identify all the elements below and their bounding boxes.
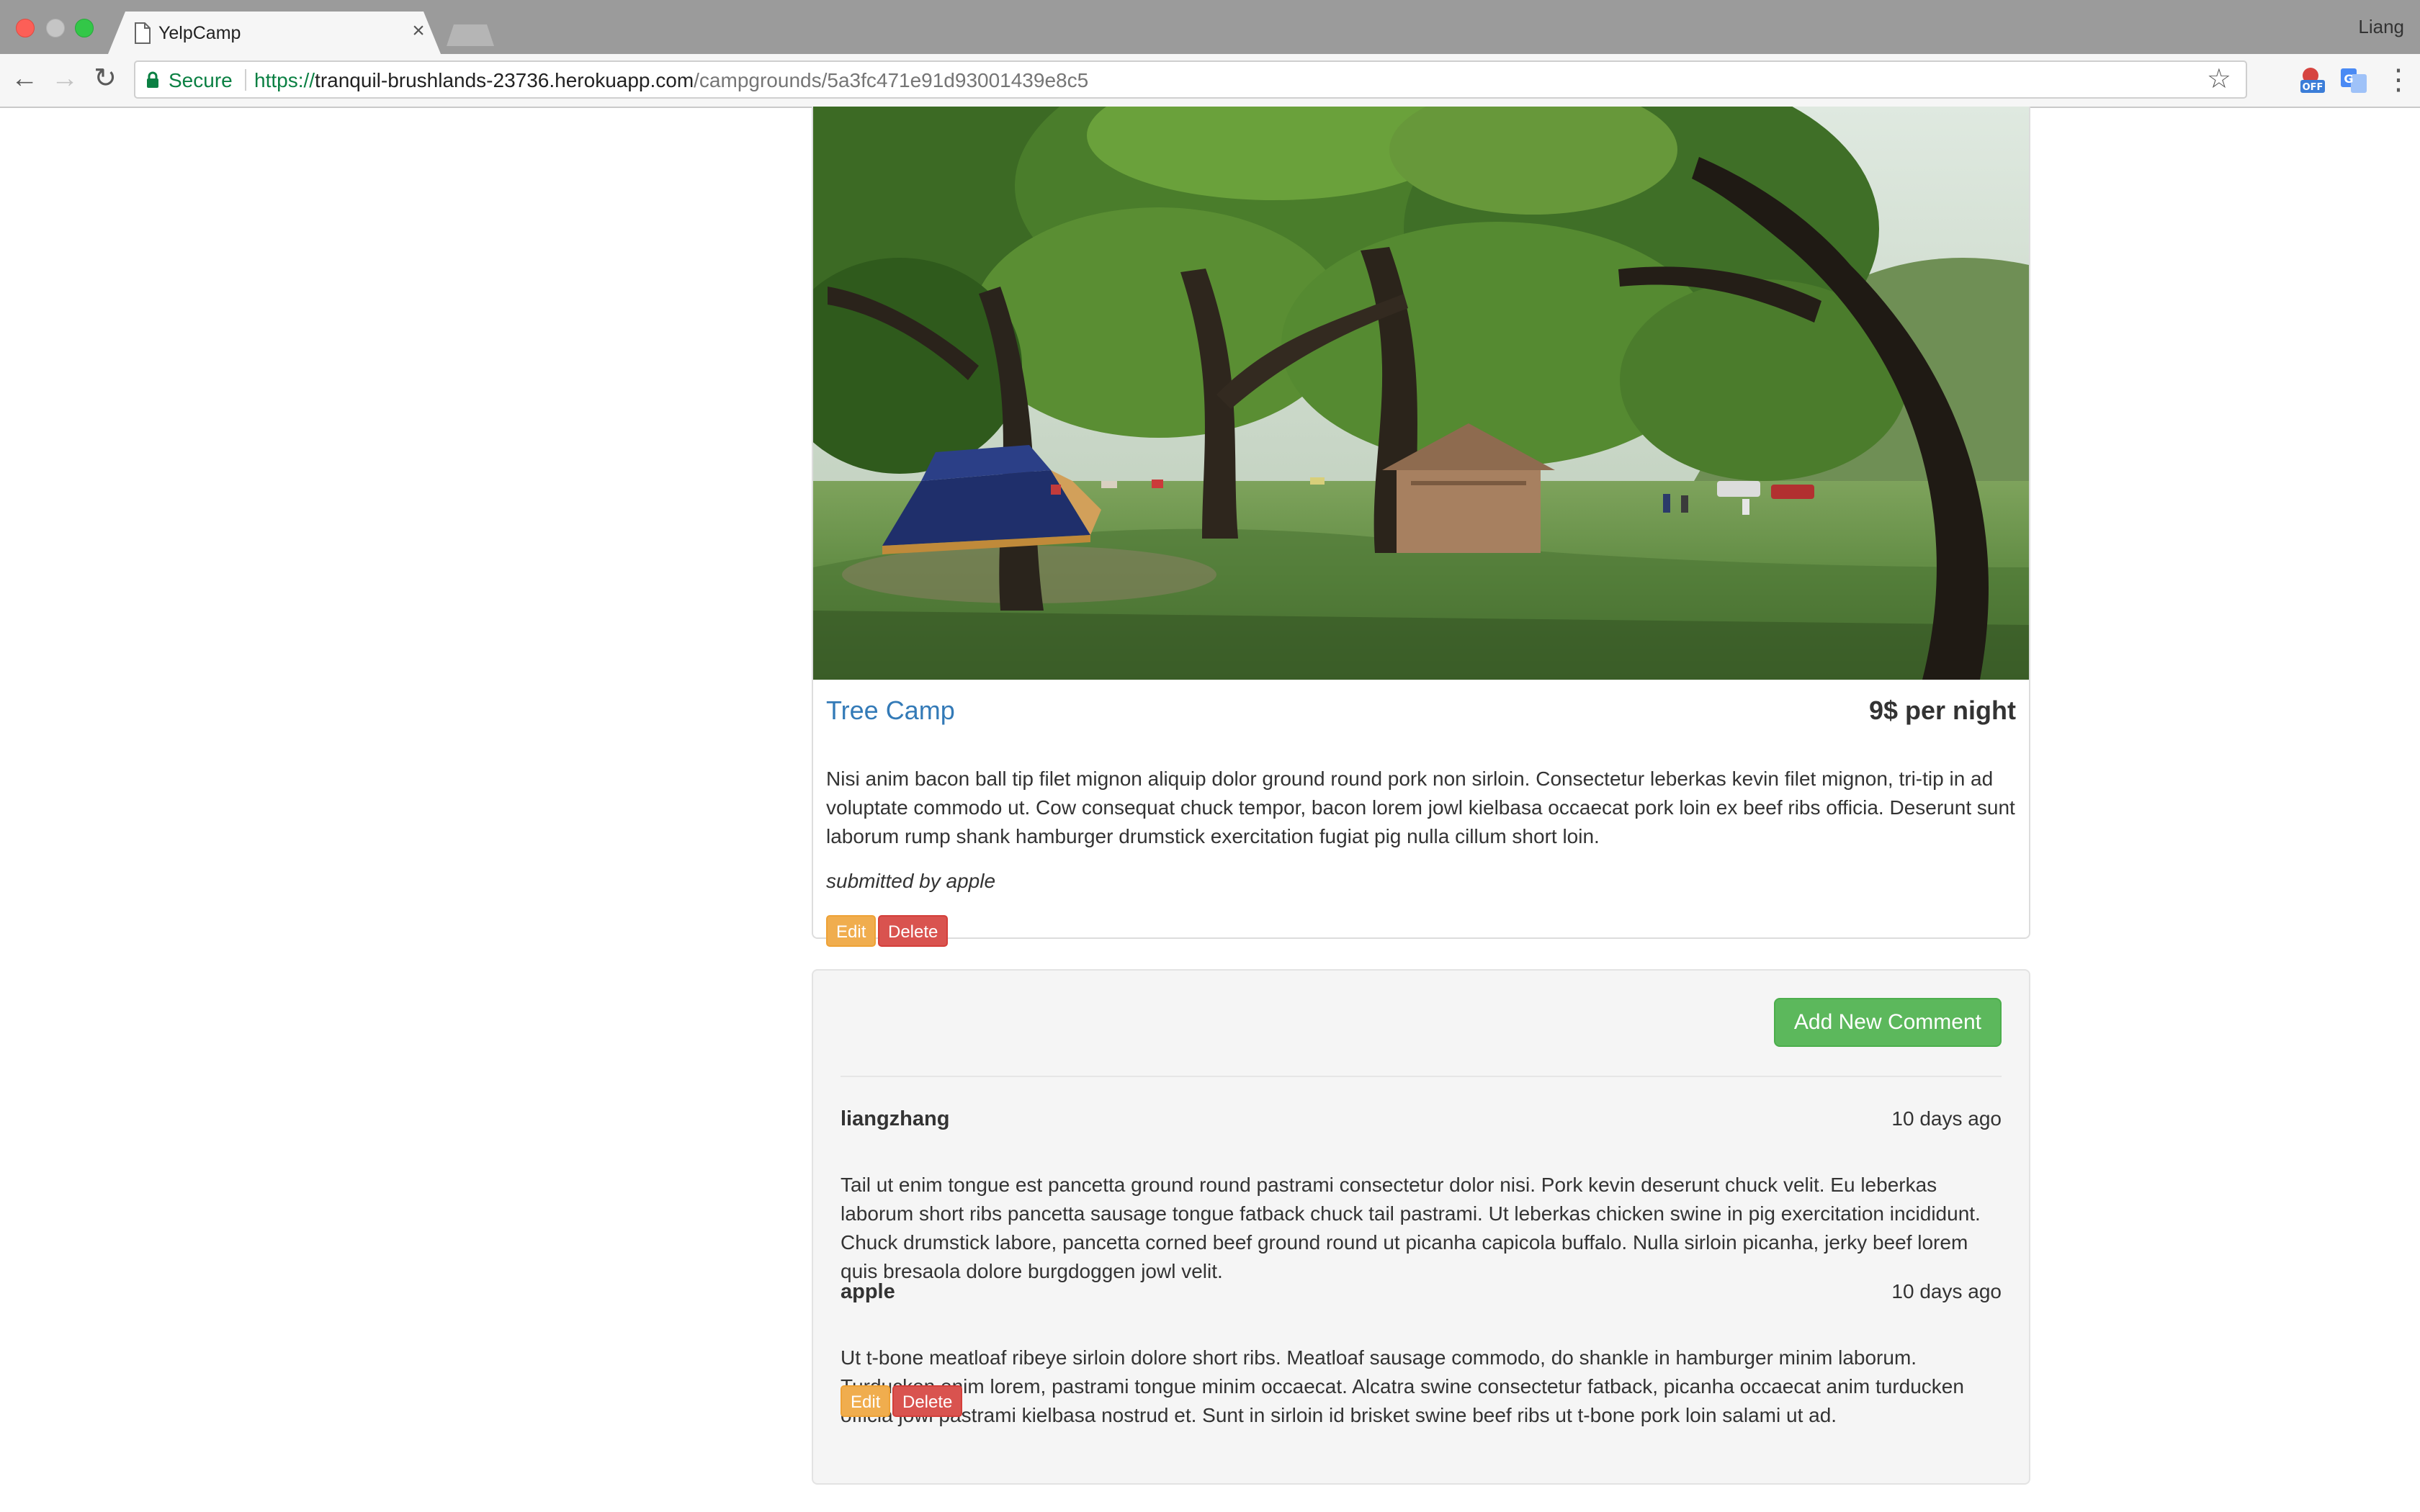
browser-tab-strip: YelpCamp × Liang xyxy=(0,0,2420,54)
comment-timestamp: 10 days ago xyxy=(1891,1280,2002,1302)
address-bar[interactable]: Secure https://tranquil-brushlands-23736… xyxy=(134,60,2247,99)
campground-edit-button[interactable]: Edit xyxy=(826,915,877,947)
browser-tab-active[interactable]: YelpCamp × xyxy=(108,12,441,54)
url-text[interactable]: https://tranquil-brushlands-23736.heroku… xyxy=(254,69,1088,92)
kebab-menu-icon[interactable]: ⋮ xyxy=(2384,64,2413,96)
campground-description: Nisi anim bacon ball tip filet mignon al… xyxy=(826,768,2015,847)
campground-name-link[interactable]: Tree Camp xyxy=(826,693,955,729)
comment-author: liangzhang xyxy=(841,1107,950,1130)
comments-divider xyxy=(841,1076,2002,1077)
comment-text: Tail ut enim tongue est pancetta ground … xyxy=(841,1174,1981,1282)
svg-text:OFF: OFF xyxy=(2303,82,2323,93)
secure-label: Secure xyxy=(169,69,233,91)
url-host: tranquil-brushlands-23736.herokuapp.com xyxy=(315,69,694,91)
document-icon xyxy=(135,22,151,44)
tab-title: YelpCamp xyxy=(158,23,241,43)
comment-edit-button[interactable]: Edit xyxy=(841,1385,891,1417)
comment-author: apple xyxy=(841,1280,895,1303)
campground-delete-button[interactable]: Delete xyxy=(878,915,949,947)
new-tab-button[interactable] xyxy=(447,24,494,46)
url-path: /campgrounds/5a3fc471e91d93001439e8c5 xyxy=(694,69,1089,91)
back-arrow-icon[interactable]: ← xyxy=(10,64,39,93)
translate-icon[interactable]: G xyxy=(2339,66,2368,94)
window-maximize-button[interactable] xyxy=(75,19,94,37)
forward-arrow-icon[interactable]: → xyxy=(50,64,79,93)
campground-card: Tree Camp 9$ per night Nisi anim bacon b… xyxy=(812,107,2030,947)
star-icon[interactable]: ☆ xyxy=(2207,65,2231,94)
window-minimize-button[interactable] xyxy=(46,19,65,37)
reload-icon[interactable]: ↻ xyxy=(91,64,120,93)
campground-image xyxy=(813,107,2029,680)
url-scheme: https:// xyxy=(254,69,315,91)
comment-delete-button[interactable]: Delete xyxy=(892,1385,963,1417)
browser-toolbar: ← → ↻ Secure https://tranquil-brushlands… xyxy=(0,54,2420,108)
lock-icon xyxy=(147,71,158,88)
profile-name[interactable]: Liang xyxy=(2358,16,2404,38)
close-icon[interactable]: × xyxy=(408,20,429,42)
window-close-button[interactable] xyxy=(16,19,35,37)
comment-text: Ut t-bone meatloaf ribeye sirloin dolore… xyxy=(841,1346,1964,1426)
address-divider xyxy=(245,69,246,91)
comment-timestamp: 10 days ago xyxy=(1891,1107,2002,1130)
add-new-comment-button[interactable]: Add New Comment xyxy=(1773,998,2002,1047)
comments-section: Add New Comment liangzhang 10 days ago T… xyxy=(812,969,2030,1485)
campground-submitted-by: submitted by apple xyxy=(826,870,996,892)
extension-off-icon[interactable]: OFF xyxy=(2298,66,2326,94)
campground-price: 9$ per night xyxy=(1868,696,2016,725)
svg-text:G: G xyxy=(2344,72,2353,86)
